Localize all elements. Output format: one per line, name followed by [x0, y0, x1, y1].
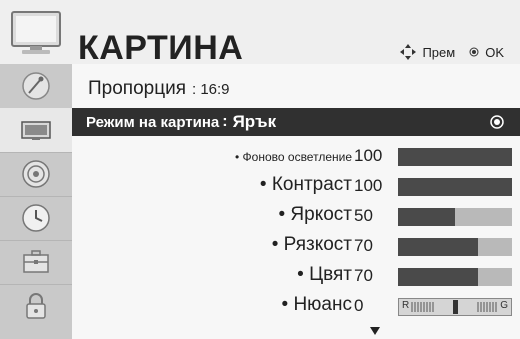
tv-icon — [11, 11, 61, 54]
picture-mode-value: Ярък — [232, 112, 277, 131]
satellite-dish-icon — [22, 72, 50, 100]
brightness-slider[interactable] — [398, 208, 512, 226]
brightness-label: • Яркост — [278, 204, 352, 225]
tint-value: 0 — [354, 296, 364, 315]
contrast-row[interactable]: • Контраст 100 — [72, 170, 520, 200]
tv-picture-icon — [21, 121, 51, 140]
tint-green-label: G — [500, 300, 508, 311]
tint-ticks-left — [411, 302, 434, 312]
color-slider[interactable] — [398, 268, 512, 286]
backlight-slider[interactable] — [398, 148, 512, 166]
speaker-icon — [22, 160, 50, 188]
sidebar-item-audio[interactable] — [0, 152, 72, 197]
contrast-value: 100 — [354, 176, 383, 195]
aspect-ratio-row[interactable]: Пропорция : 16:9 — [88, 78, 230, 100]
sidebar-item-lock[interactable] — [0, 284, 72, 328]
sharpness-row[interactable]: • Рязкост 70 — [72, 230, 520, 260]
brightness-row[interactable]: • Яркост 50 — [72, 200, 520, 230]
sharpness-label: • Рязкост — [271, 234, 352, 255]
tint-red-label: R — [402, 300, 410, 311]
picture-mode-label: Режим на картина — [86, 113, 220, 131]
scroll-down-arrow-icon[interactable] — [370, 327, 380, 335]
contrast-slider[interactable] — [398, 178, 512, 196]
color-label: • Цвят — [297, 264, 352, 285]
tint-slider-marker[interactable] — [453, 300, 458, 314]
backlight-slider-fill — [398, 148, 512, 166]
brightness-value: 50 — [354, 206, 373, 225]
contrast-slider-fill — [398, 178, 512, 196]
color-slider-fill — [398, 268, 478, 286]
tint-label: • Нюанс — [281, 294, 352, 315]
picture-menu-osd: КАРТИНА Прем OK Пропорция: 16:9 Режим н… — [0, 0, 520, 339]
page-title: КАРТИНА — [78, 29, 244, 67]
sharpness-slider[interactable] — [398, 238, 512, 256]
ok-select-icon — [490, 115, 504, 129]
clock-icon — [22, 204, 50, 232]
lock-icon — [26, 293, 46, 319]
aspect-ratio-label: Пропорция — [88, 78, 186, 99]
sharpness-value: 70 — [354, 236, 373, 255]
color-row[interactable]: • Цвят 70 — [72, 260, 520, 290]
navigation-hint: Прем OK — [400, 44, 504, 60]
tint-row[interactable]: • Нюанс 0 R G — [72, 290, 520, 320]
category-sidebar — [0, 64, 72, 339]
sidebar-item-time[interactable] — [0, 196, 72, 241]
backlight-label: • Фоново осветление — [235, 150, 352, 164]
toolbox-icon — [23, 250, 49, 273]
contrast-label: • Контраст — [259, 174, 352, 195]
picture-mode-row[interactable]: Режим на картина : Ярък — [72, 108, 520, 136]
move-arrows-icon — [400, 44, 417, 60]
backlight-row[interactable]: • Фоново осветление 100 — [72, 140, 520, 170]
menu-header: КАРТИНА Прем OK — [0, 0, 520, 67]
sidebar-item-setup[interactable] — [0, 64, 72, 109]
aspect-ratio-value: : 16:9 — [192, 81, 230, 98]
move-hint-label: Прем — [422, 44, 456, 60]
brightness-slider-fill — [398, 208, 455, 226]
picture-mode-colon: : — [222, 113, 228, 130]
sharpness-slider-fill — [398, 238, 478, 256]
ok-hint-label: OK — [485, 44, 504, 60]
picture-settings-panel: Пропорция: 16:9 Режим на картина : Ярък … — [72, 64, 520, 339]
backlight-value: 100 — [354, 146, 383, 165]
tint-slider[interactable]: R G — [398, 298, 512, 316]
sidebar-item-picture[interactable] — [0, 108, 72, 153]
ok-button-icon — [469, 47, 479, 57]
color-value: 70 — [354, 266, 373, 285]
sidebar-item-options[interactable] — [0, 240, 72, 285]
